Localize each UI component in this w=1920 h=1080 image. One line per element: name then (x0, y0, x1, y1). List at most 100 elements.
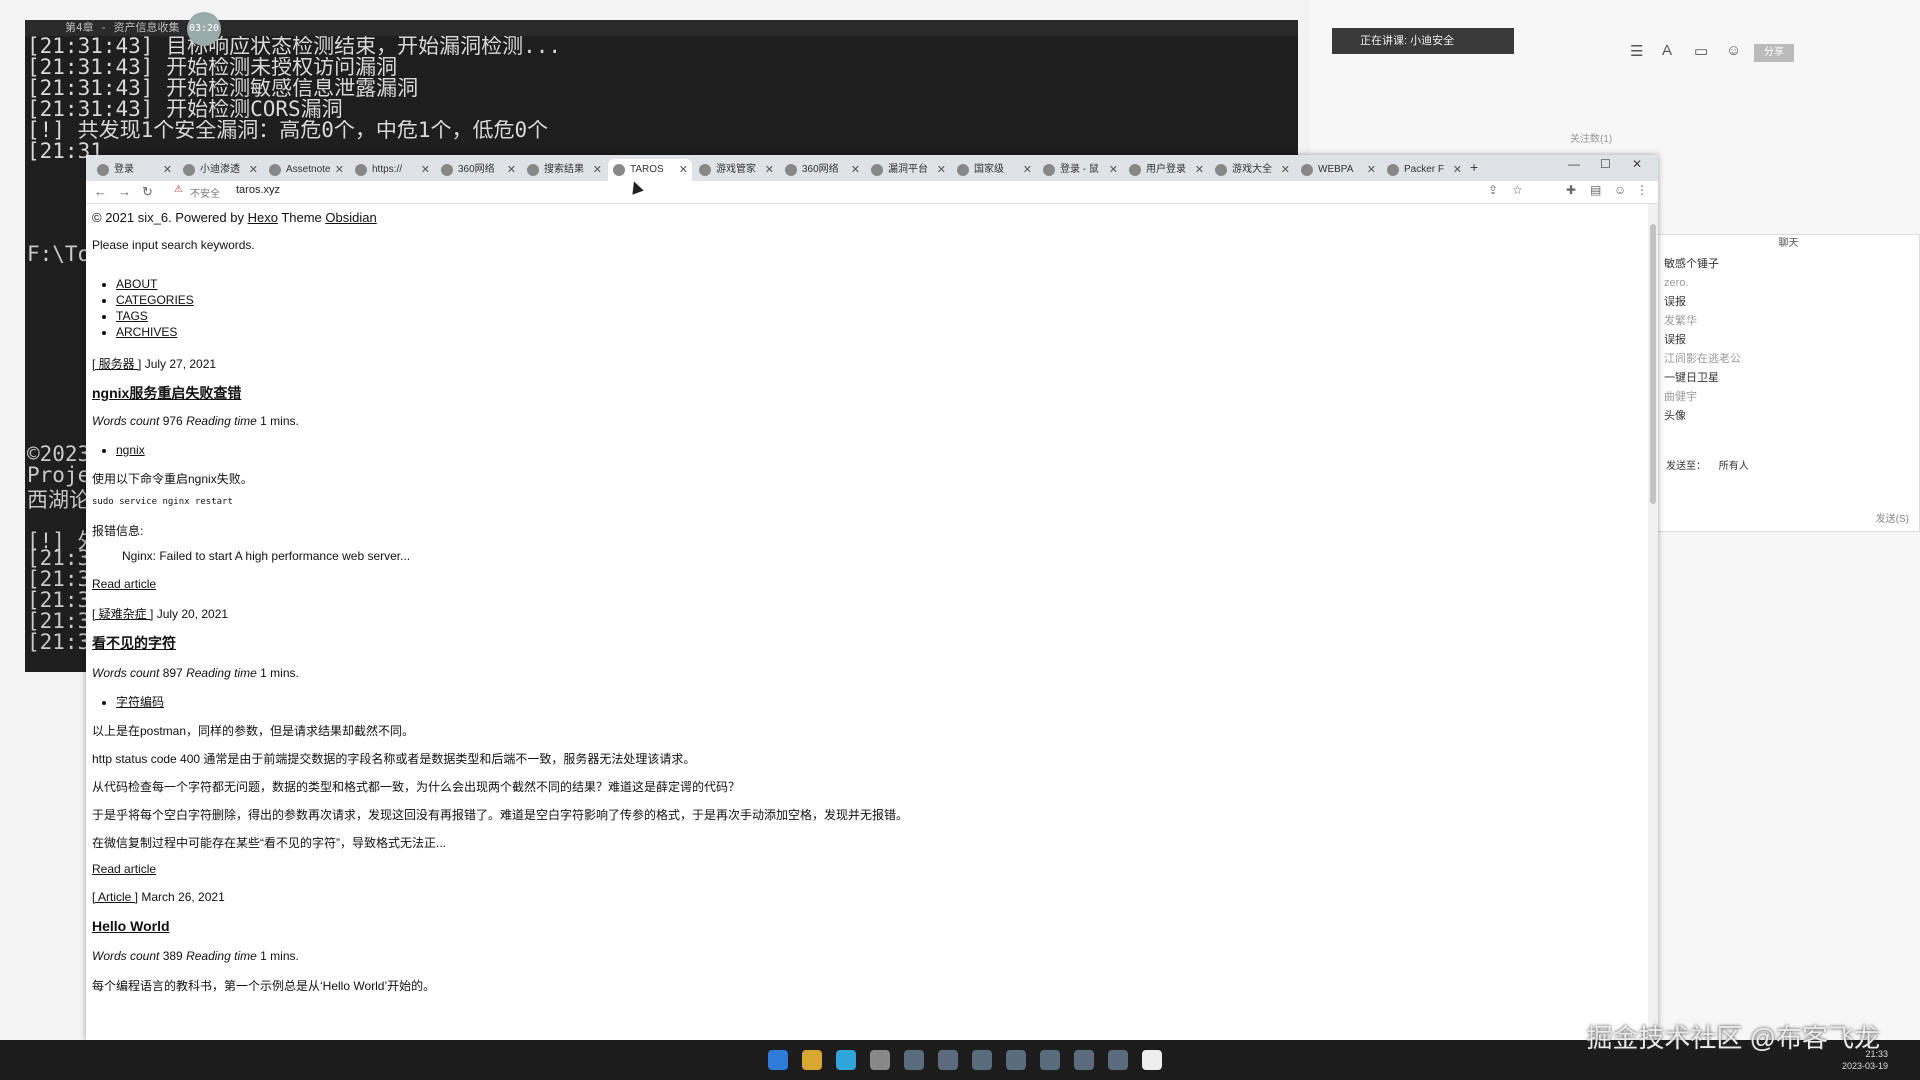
post-category-link[interactable]: [ Article ] (92, 890, 138, 904)
typora-icon[interactable] (1142, 1050, 1162, 1070)
speaking-toast: 正在讲课: 小迪安全 (1332, 28, 1514, 54)
tab-close-icon[interactable]: ✕ (335, 159, 344, 181)
share-button[interactable]: 分享 (1754, 44, 1794, 62)
mins-label: mins. (270, 414, 299, 428)
browser-tab[interactable]: https:// ✕ (350, 159, 434, 181)
layout-icon[interactable]: ☰ (1630, 42, 1643, 60)
tag-link[interactable]: ngnix (116, 443, 145, 457)
send-to-select[interactable]: 所有人 (1719, 461, 1749, 472)
font-icon[interactable]: A (1662, 42, 1672, 59)
browser-tab-active[interactable]: TAROS ✕ (608, 159, 692, 181)
profile-icon[interactable]: ☺ (1614, 183, 1626, 197)
scrollbar-thumb[interactable] (1650, 224, 1656, 504)
reload-icon[interactable]: ↻ (142, 184, 153, 200)
browser-tab[interactable]: 漏洞平台 ✕ (866, 159, 950, 181)
post-stats: Words count 389 Reading time 1 mins. (92, 949, 299, 963)
app-icon[interactable] (1108, 1050, 1128, 1070)
tab-label: 登录 (114, 164, 134, 175)
hexo-link[interactable]: Hexo (248, 210, 278, 225)
file-explorer-icon[interactable] (802, 1050, 822, 1070)
app-icon[interactable] (1074, 1050, 1094, 1070)
tab-close-icon[interactable]: ✕ (937, 159, 946, 181)
terminal-title: 第4章 - 资产信息收集 (65, 21, 180, 34)
new-tab-icon[interactable]: + (1470, 159, 1478, 175)
screen-icon[interactable]: ▭ (1694, 42, 1708, 60)
tab-close-icon[interactable]: ✕ (163, 159, 172, 181)
browser-tab[interactable]: 登录 - 鼠 ✕ (1038, 159, 1122, 181)
post-quote: Nginx: Failed to start A high performanc… (122, 549, 411, 563)
nav-archives-link[interactable]: ARCHIVES (116, 325, 177, 339)
tab-close-icon[interactable]: ✕ (765, 159, 774, 181)
app-icon[interactable] (1040, 1050, 1060, 1070)
post-title[interactable]: ngnix服务重启失败查错 (92, 383, 241, 403)
share-icon[interactable]: ⇪ (1488, 183, 1498, 197)
app-icon[interactable] (1006, 1050, 1026, 1070)
menu-icon[interactable]: ⋮ (1636, 183, 1648, 197)
tab-favicon-icon (785, 164, 797, 176)
tab-close-icon[interactable]: ✕ (679, 159, 688, 181)
post-title[interactable]: 看不见的字符 (92, 633, 176, 653)
start-icon[interactable] (768, 1050, 788, 1070)
extensions-icon[interactable]: ✚ (1566, 183, 1576, 197)
browser-tab[interactable]: WEBPA ✕ (1296, 159, 1380, 181)
tab-close-icon[interactable]: ✕ (421, 159, 430, 181)
tab-close-icon[interactable]: ✕ (507, 159, 516, 181)
nav-about-link[interactable]: ABOUT (116, 277, 157, 291)
browser-tab[interactable]: 游戏大全 ✕ (1210, 159, 1294, 181)
browser-tab[interactable]: 游戏管家 ✕ (694, 159, 778, 181)
post-date: July 20, 2021 (156, 607, 229, 621)
nav-categories-link[interactable]: CATEGORIES (116, 293, 194, 307)
edge-icon[interactable] (836, 1050, 856, 1070)
browser-tab[interactable]: 国家级 ✕ (952, 159, 1036, 181)
sidebar-icon[interactable]: ▤ (1590, 183, 1601, 197)
chat-message: 误报 (1664, 296, 1686, 308)
browser-tab[interactable]: 小迪渗透 ✕ (178, 159, 262, 181)
nav-tags-link[interactable]: TAGS (116, 309, 148, 323)
read-article-link[interactable]: Read article (92, 577, 156, 591)
browser-tab[interactable]: 搜索结果 ✕ (522, 159, 606, 181)
obsidian-link[interactable]: Obsidian (325, 210, 376, 225)
tab-close-icon[interactable]: ✕ (1453, 159, 1462, 181)
browser-tab[interactable]: 登录 ✕ (92, 159, 176, 181)
page-scrollbar[interactable] (1648, 204, 1658, 1040)
forward-icon[interactable]: → (118, 184, 131, 199)
send-button[interactable]: 发送(S) (1876, 510, 1909, 525)
tab-close-icon[interactable]: ✕ (1195, 159, 1204, 181)
browser-tab[interactable]: 用户登录 ✕ (1124, 159, 1208, 181)
minimize-icon[interactable]: — (1568, 157, 1580, 171)
post-category-link[interactable]: [ 疑难杂症 ] (92, 607, 153, 621)
tab-close-icon[interactable]: ✕ (1023, 159, 1032, 181)
tab-favicon-icon (183, 164, 195, 176)
browser-tab[interactable]: 360网络 ✕ (780, 159, 864, 181)
tab-label: 搜索结果 (544, 164, 584, 175)
tab-close-icon[interactable]: ✕ (249, 159, 258, 181)
maximize-icon[interactable]: ☐ (1600, 157, 1611, 171)
clock-date: 2023-03-19 (1841, 1061, 1888, 1071)
tab-favicon-icon (1129, 164, 1141, 176)
tab-close-icon[interactable]: ✕ (1281, 159, 1290, 181)
post-category-link[interactable]: [ 服务器 ] (92, 357, 141, 371)
tab-close-icon[interactable]: ✕ (851, 159, 860, 181)
bookmark-star-icon[interactable]: ☆ (1512, 183, 1523, 197)
user-icon[interactable]: ☺ (1726, 42, 1741, 59)
back-icon[interactable]: ← (94, 184, 107, 199)
chrome-icon[interactable] (870, 1050, 890, 1070)
browser-tab[interactable]: Packer F ✕ (1382, 159, 1466, 181)
browser-tab[interactable]: Assetnote ✕ (264, 159, 348, 181)
tab-close-icon[interactable]: ✕ (1367, 159, 1376, 181)
app-icon[interactable] (904, 1050, 924, 1070)
post-title[interactable]: Hello World (92, 918, 170, 934)
post-body: 以上是在postman，同样的参数，但是请求结果却截然不同。 (92, 724, 415, 738)
app-icon[interactable] (938, 1050, 958, 1070)
app-icon[interactable] (972, 1050, 992, 1070)
tab-close-icon[interactable]: ✕ (1109, 159, 1118, 181)
tab-favicon-icon (699, 164, 711, 176)
url-field[interactable]: taros.xyz (236, 184, 280, 196)
tab-close-icon[interactable]: ✕ (593, 159, 602, 181)
mins-label: mins. (270, 666, 299, 680)
read-article-link[interactable]: Read article (92, 862, 156, 876)
tag-link[interactable]: 字符编码 (116, 695, 164, 709)
browser-tab[interactable]: 360网络 ✕ (436, 159, 520, 181)
tab-label: https:// (372, 164, 403, 175)
close-icon[interactable]: ✕ (1632, 157, 1642, 171)
